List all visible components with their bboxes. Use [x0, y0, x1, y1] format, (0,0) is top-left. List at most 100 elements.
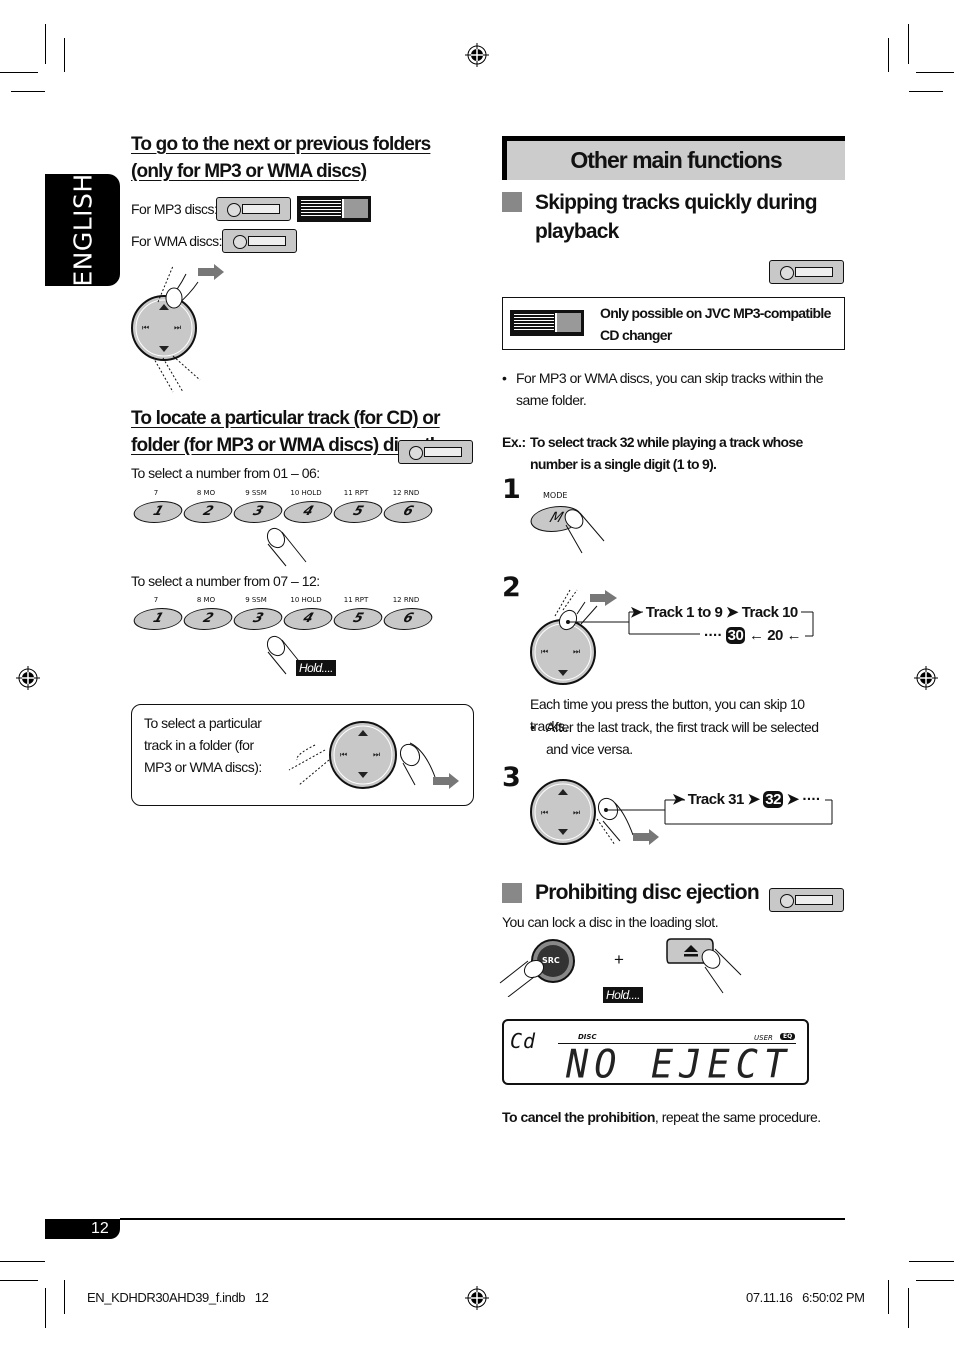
crop-mark — [888, 38, 889, 72]
number-key-4[interactable]: 10 HOLD 4 — [279, 596, 337, 630]
svg-text:⏭: ⏭ — [174, 323, 181, 332]
registration-mark-icon — [16, 666, 40, 690]
control-dial-left-right-illustration: ⏮ ⏭ — [288, 721, 459, 789]
step-number-3: 3 — [502, 762, 521, 793]
mp3-label: For MP3 discs: — [131, 201, 218, 217]
language-tab: ENGLISH — [45, 173, 120, 287]
crop-mark — [11, 91, 45, 92]
number-key-6[interactable]: 12 RND 6 — [379, 489, 437, 523]
example-prefix: Ex.: — [502, 434, 526, 450]
crop-mark — [0, 72, 38, 73]
arrow-right-icon — [198, 264, 224, 280]
step2-flow-top: ➤ Track 1 to 9 ➤ Track 10 — [630, 603, 798, 621]
example-text: To select track 32 while playing a track… — [530, 434, 803, 472]
cancel-note-bold: To cancel the prohibition — [502, 1109, 655, 1125]
arrow-right-icon: ➤ — [747, 791, 760, 808]
number-keys-row-2: 71 8 MO 2 9 SSM 3 10 HOLD 4 11 RPT 5 12 RND 6 — [129, 596, 437, 630]
svg-text:⏮: ⏮ — [142, 323, 149, 332]
lcd-display: Cd DISC USER EQ NO EJECT — [502, 1019, 809, 1088]
range2-label: To select a number from 07 – 12: — [131, 573, 320, 589]
bullet-dot: • — [502, 370, 507, 386]
number-key-1[interactable]: 71 — [129, 596, 187, 630]
receiver-unit-icon — [769, 888, 844, 912]
arrow-right-icon: ➤ — [725, 604, 739, 621]
cd-changer-icon — [510, 310, 584, 336]
arrow-right-icon — [590, 590, 617, 606]
src-button-illustration — [499, 939, 575, 997]
number-keys-row-1: 71 8 MO 2 9 SSM 3 10 HOLD 4 11 RPT 5 12 RND 6 — [129, 489, 437, 523]
folder-track-text: To select a particular track in a folder… — [144, 715, 262, 775]
section-title: Other main functions — [570, 147, 782, 173]
svg-text:⏮: ⏮ — [340, 750, 347, 759]
eject-heading: Prohibiting disc ejection — [535, 881, 760, 904]
folders-heading: To go to the next or previous folders (o… — [131, 134, 431, 182]
crop-mark — [0, 1280, 38, 1281]
step3-flow: ➤ Track 31 ➤ 32 ➤ ···· — [672, 791, 821, 808]
receiver-unit-icon — [216, 197, 291, 221]
lcd-disc-indicator: DISC — [578, 1033, 597, 1041]
crop-mark — [916, 1280, 954, 1281]
registration-mark-icon — [914, 666, 938, 690]
arrow-left-icon: ← — [786, 627, 802, 644]
wrap-around-text: After the last track, the first track wi… — [546, 719, 819, 757]
src-button-label[interactable]: SRC — [542, 956, 560, 965]
flow-track-31: Track 31 — [687, 791, 745, 808]
section-bullet-square — [502, 192, 522, 212]
svg-text:⏮: ⏮ — [541, 808, 548, 817]
svg-text:⏮: ⏮ — [541, 647, 548, 656]
changer-note-text: Only possible on JVC MP3-compatible CD c… — [600, 305, 831, 343]
plus-sign: + — [614, 950, 624, 969]
arrow-right-icon — [433, 773, 459, 789]
number-key-2[interactable]: 8 MO 2 — [179, 489, 237, 523]
svg-text:⏭: ⏭ — [373, 750, 380, 759]
step2-flow-bottom: ···· 30 ← 20 ← — [704, 627, 802, 644]
hold-label: Hold.... — [603, 987, 644, 1003]
number-key-6[interactable]: 12 RND 6 — [379, 596, 437, 630]
eject-button-illustration — [666, 938, 742, 994]
section-title-bar: Other main functions — [502, 136, 845, 180]
arrow-right-icon: ➤ — [630, 604, 643, 621]
range1-label: To select a number from 01 – 06: — [131, 465, 320, 481]
number-key-5[interactable]: 11 RPT 5 — [329, 596, 387, 630]
number-key-3[interactable]: 9 SSM 3 — [229, 489, 287, 523]
crop-mark — [45, 1288, 46, 1328]
flow-track-1-9: Track 1 to 9 — [645, 604, 723, 621]
crop-mark — [909, 1261, 954, 1262]
control-dial-up-down-illustration: ⏮ ⏭ — [131, 264, 224, 393]
receiver-unit-icon — [222, 229, 297, 253]
svg-text:⏭: ⏭ — [573, 808, 580, 817]
step-number-1: 1 — [502, 474, 521, 505]
mode-button-label: MODE — [543, 491, 568, 500]
skipping-heading: Skipping tracks quickly during playback — [535, 191, 818, 243]
number-key-4[interactable]: 10 HOLD 4 — [279, 489, 337, 523]
crop-mark — [908, 24, 909, 64]
number-key-3[interactable]: 9 SSM 3 — [229, 596, 287, 630]
cancel-note: To cancel the prohibition, repeat the sa… — [502, 1106, 821, 1128]
section-bullet-square — [502, 883, 522, 903]
wma-label: For WMA discs: — [131, 233, 223, 249]
lcd-main-text: NO EJECT — [566, 1041, 793, 1088]
step3-diagram: ⏮ ⏭ — [530, 779, 833, 846]
arrow-right-icon: ➤ — [786, 791, 800, 808]
track-30-badge: 30 — [725, 627, 746, 644]
number-key-1[interactable]: 71 — [129, 489, 187, 523]
crop-mark — [0, 1261, 45, 1262]
language-label: ENGLISH — [68, 173, 97, 287]
arrow-right-icon — [633, 829, 659, 845]
lcd-source: Cd — [510, 1029, 537, 1053]
number-key-2[interactable]: 8 MO 2 — [179, 596, 237, 630]
number-key-5[interactable]: 11 RPT 5 — [329, 489, 387, 523]
cancel-note-rest: , repeat the same procedure. — [654, 1109, 821, 1125]
skip-bullet-text: For MP3 or WMA discs, you can skip track… — [516, 370, 824, 408]
svg-text:⏭: ⏭ — [573, 647, 580, 656]
flow-track-20: 20 — [767, 627, 783, 644]
hold-label: Hold.... — [296, 660, 337, 676]
lcd-eq-indicator: EQ — [780, 1033, 796, 1040]
step-number-2: 2 — [502, 572, 521, 603]
finger-press-icon — [266, 527, 307, 567]
registration-mark-icon — [465, 43, 489, 67]
crop-mark — [64, 1280, 65, 1314]
footer-rule — [120, 1218, 845, 1220]
lcd-user-indicator: USER — [754, 1034, 773, 1042]
receiver-unit-icon — [398, 440, 473, 464]
